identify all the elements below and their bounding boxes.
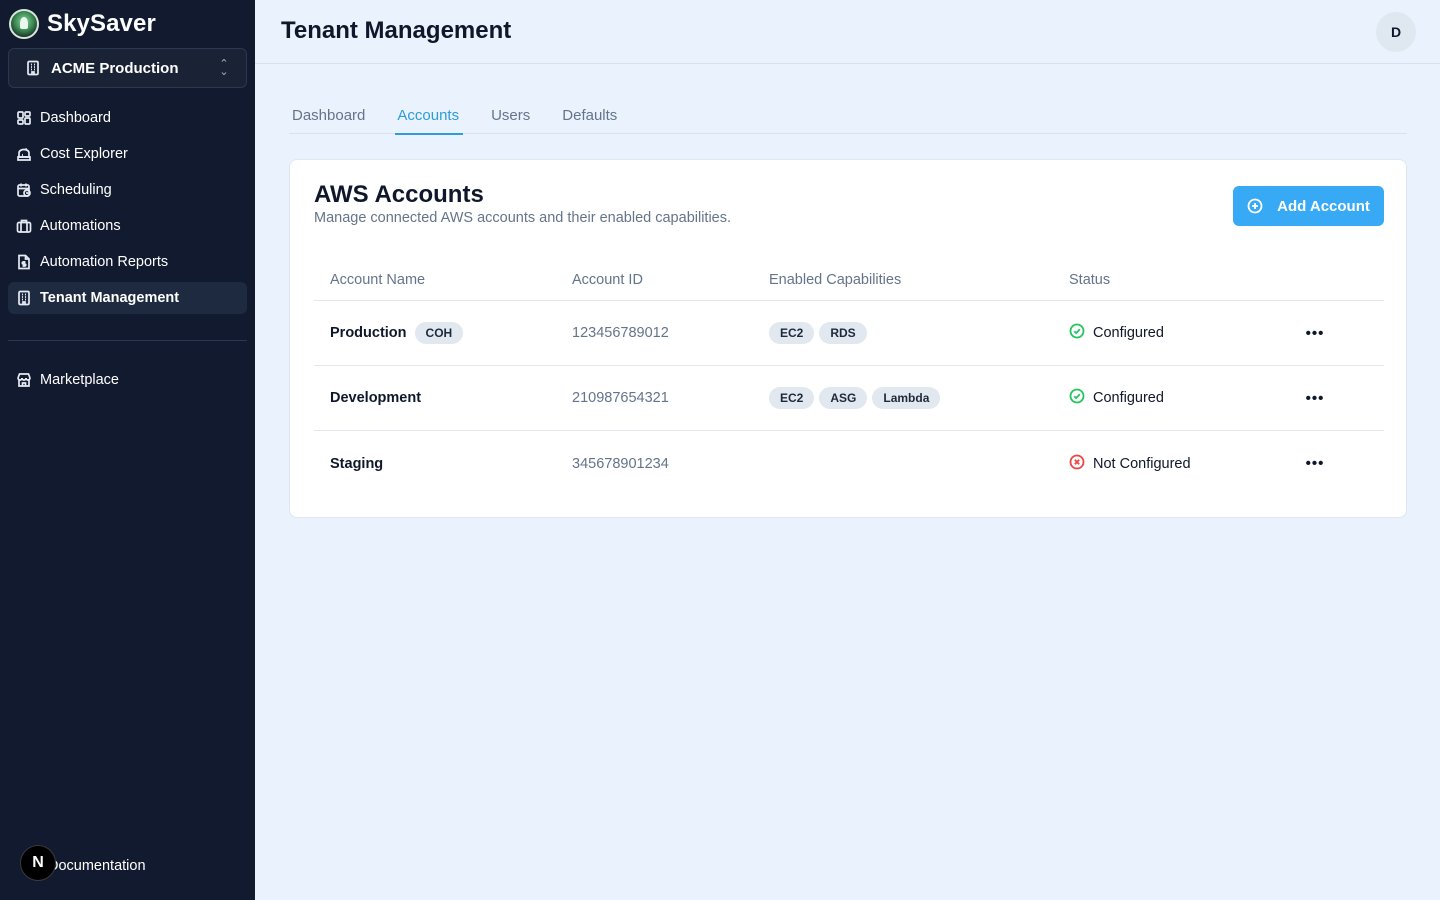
card-subtitle: Manage connected AWS accounts and their … — [314, 210, 732, 226]
tenant-selector-label: ACME Production — [51, 59, 179, 77]
status-cell: Configured — [1053, 388, 1293, 408]
more-actions-icon[interactable]: ••• — [1304, 453, 1326, 475]
dashboard-icon — [16, 110, 32, 126]
account-id: 210987654321 — [572, 390, 669, 406]
account-id: 345678901234 — [572, 455, 669, 472]
account-name-cell: Development — [314, 390, 555, 406]
account-tag-badge: COH — [414, 322, 464, 344]
avatar[interactable]: D — [1376, 12, 1416, 52]
more-actions-icon[interactable]: ••• — [1304, 387, 1326, 409]
status-cell: Configured — [1053, 323, 1293, 343]
actions-cell: ••• — [1293, 453, 1384, 475]
account-name-cell: Staging — [314, 456, 555, 472]
tab-defaults[interactable]: Defaults — [559, 96, 620, 134]
add-account-label: Add Account — [1277, 197, 1370, 215]
sidebar-item-automations[interactable]: Automations — [8, 210, 247, 242]
sidebar-nav: Dashboard Cost Explorer Scheduling Autom… — [8, 102, 247, 318]
account-name: Staging — [330, 455, 384, 472]
top-header: Tenant Management D — [255, 0, 1440, 64]
check-circle-icon — [1069, 323, 1085, 343]
capabilities-cell: EC2 ASG Lambda — [753, 387, 1053, 409]
file-dollar-icon — [16, 254, 32, 270]
sidebar-item-marketplace[interactable]: Marketplace — [8, 364, 247, 396]
sidebar-item-dashboard[interactable]: Dashboard — [8, 102, 247, 134]
sidebar-item-label: Tenant Management — [40, 290, 180, 306]
page-title: Tenant Management — [281, 17, 512, 44]
aws-accounts-card: AWS Accounts Manage connected AWS accoun… — [289, 159, 1407, 518]
x-circle-icon — [1069, 454, 1085, 474]
brand[interactable]: SkySaver — [9, 8, 156, 40]
table-row: Development 210987654321 EC2 ASG Lambda … — [314, 366, 1384, 431]
sidebar-item-label: Automations — [40, 218, 121, 234]
sidebar-item-documentation[interactable]: Documentation — [48, 858, 146, 874]
sidebar-item-label: Scheduling — [40, 182, 112, 198]
sidebar-item-label: Automation Reports — [40, 254, 169, 270]
sidebar-item-label: Dashboard — [40, 110, 111, 126]
status-cell: Not Configured — [1053, 454, 1293, 474]
tenant-selector[interactable]: ACME Production ⌃ ⌄ — [8, 48, 247, 88]
sidebar-item-label: Marketplace — [40, 372, 119, 388]
capability-badge: RDS — [819, 322, 867, 344]
table-row: Production COH 123456789012 EC2 RDS Conf… — [314, 301, 1384, 366]
chevrons-up-down-icon: ⌃ ⌄ — [219, 58, 229, 78]
status-text: Configured — [1093, 325, 1164, 341]
actions-cell: ••• — [1293, 322, 1384, 344]
sidebar-item-scheduling[interactable]: Scheduling — [8, 174, 247, 206]
briefcase-icon — [16, 218, 32, 234]
column-header-capabilities: Enabled Capabilities — [769, 272, 902, 288]
building-icon — [16, 290, 32, 306]
status-text: Configured — [1093, 390, 1164, 406]
capability-badge: ASG — [819, 387, 868, 409]
account-name: Development — [330, 390, 422, 406]
table-row: Staging 345678901234 Not Configured ••• — [314, 431, 1384, 496]
tab-bar: Dashboard Accounts Users Defaults — [289, 96, 1407, 135]
column-header-account-id: Account ID — [572, 272, 643, 288]
sidebar-item-automation-reports[interactable]: Automation Reports — [8, 246, 247, 278]
more-actions-icon[interactable]: ••• — [1304, 322, 1326, 344]
capability-badge: EC2 — [769, 387, 815, 409]
brand-name: SkySaver — [47, 10, 156, 37]
calendar-clock-icon — [16, 182, 32, 198]
account-id: 123456789012 — [572, 325, 669, 341]
capabilities-cell: EC2 RDS — [753, 322, 1053, 344]
sidebar-item-label: Cost Explorer — [40, 146, 128, 162]
building-icon — [25, 60, 41, 76]
piggy-bank-icon — [16, 146, 32, 162]
add-account-button[interactable]: Add Account — [1233, 186, 1384, 226]
account-name: Production — [330, 325, 407, 341]
table-header: Account Name Account ID Enabled Capabili… — [314, 260, 1384, 301]
framework-badge[interactable]: N — [20, 845, 56, 881]
plus-circle-icon — [1247, 198, 1263, 214]
accounts-table: Account Name Account ID Enabled Capabili… — [314, 260, 1384, 496]
store-icon — [16, 372, 32, 388]
sidebar-item-cost-explorer[interactable]: Cost Explorer — [8, 138, 247, 170]
status-text: Not Configured — [1093, 455, 1191, 472]
column-header-status: Status — [1069, 272, 1111, 288]
account-name-cell: Production COH — [314, 322, 555, 344]
sidebar-divider — [8, 340, 247, 341]
tab-accounts[interactable]: Accounts — [394, 96, 463, 135]
sidebar-item-tenant-management[interactable]: Tenant Management — [8, 282, 247, 314]
card-title: AWS Accounts — [314, 181, 484, 208]
brand-logo — [9, 9, 39, 39]
sidebar: SkySaver ACME Production ⌃ ⌄ Dashboard Co… — [0, 0, 255, 900]
column-header-account-name: Account Name — [330, 272, 426, 288]
actions-cell: ••• — [1293, 387, 1384, 409]
capability-badge: EC2 — [769, 322, 815, 344]
capability-badge: Lambda — [872, 387, 941, 409]
tab-users[interactable]: Users — [488, 96, 533, 134]
sidebar-secondary-nav: Marketplace — [8, 364, 247, 400]
check-circle-icon — [1069, 388, 1085, 408]
tab-dashboard[interactable]: Dashboard — [289, 96, 368, 134]
